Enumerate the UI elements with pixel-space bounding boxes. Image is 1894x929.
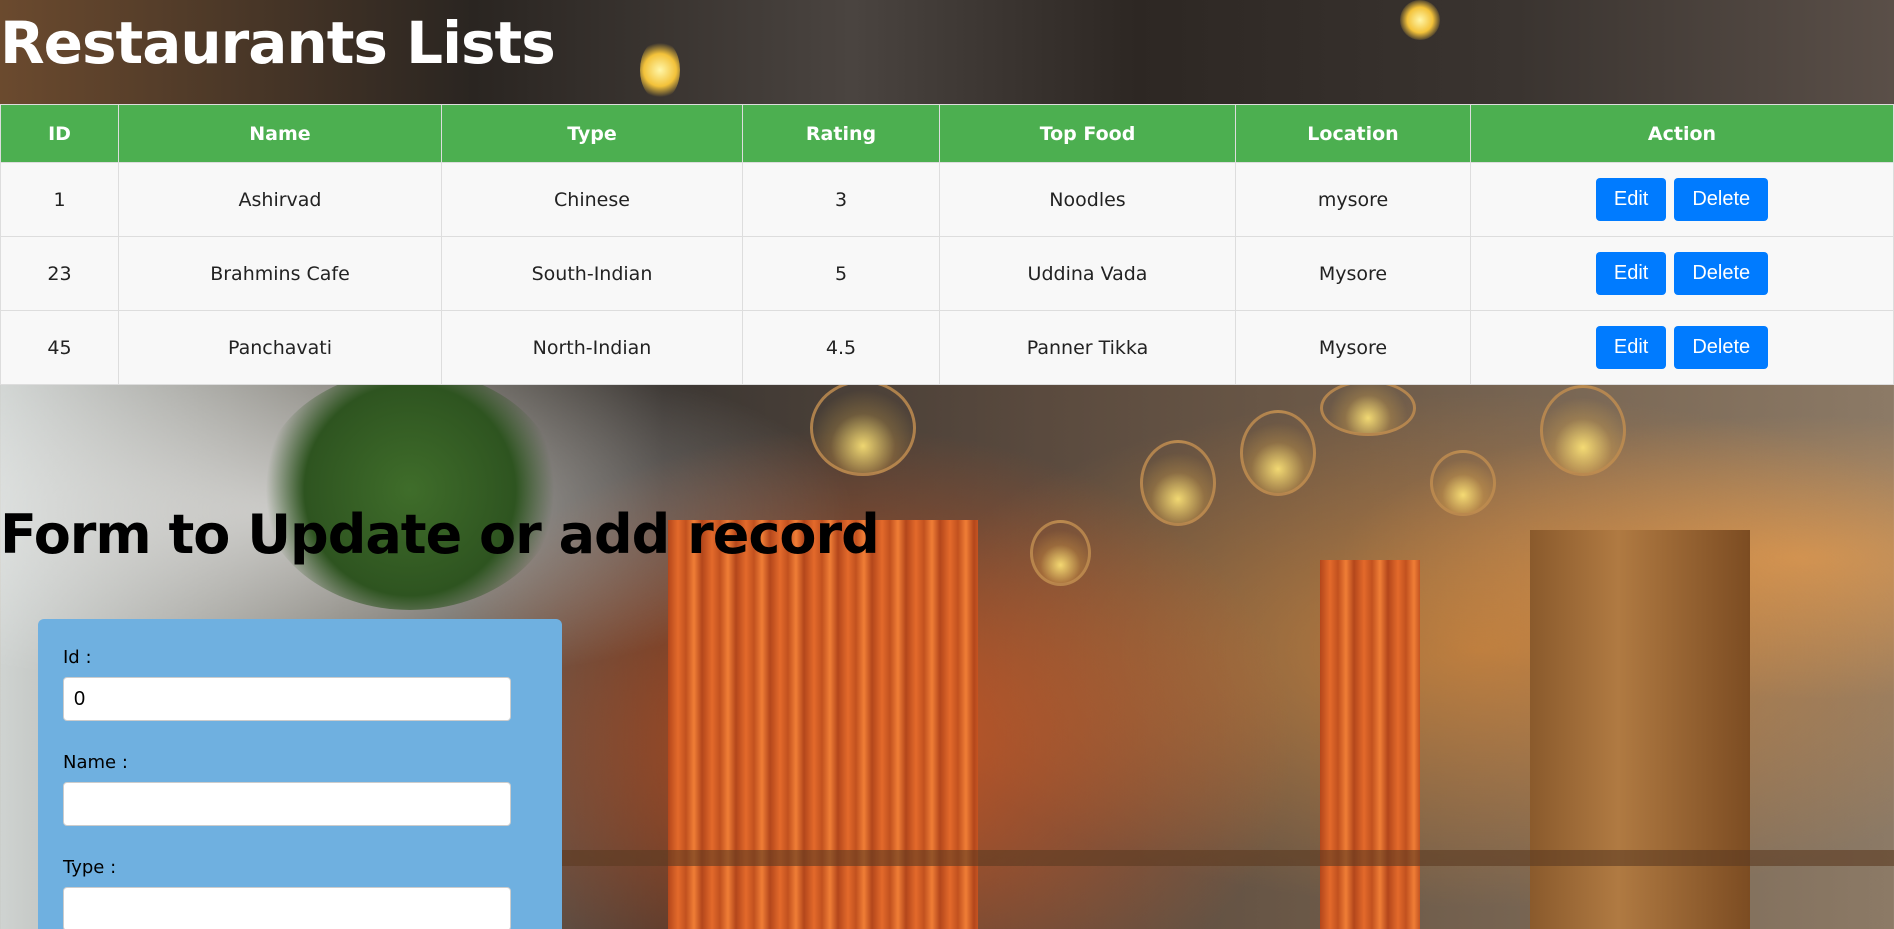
cell-rating: 5 <box>742 236 940 311</box>
cell-action: Edit Delete <box>1470 310 1894 385</box>
id-field[interactable] <box>63 677 511 721</box>
column-header-type: Type <box>441 104 743 163</box>
edit-button[interactable]: Edit <box>1595 326 1667 369</box>
column-header-name: Name <box>118 104 442 163</box>
page-title: Restaurants Lists <box>0 9 556 77</box>
cell-action: Edit Delete <box>1470 236 1894 311</box>
cell-top-food: Uddina Vada <box>939 236 1236 311</box>
lamp-decor <box>810 380 916 476</box>
column-header-id: ID <box>0 104 119 163</box>
id-field-label: Id : <box>63 647 92 668</box>
cell-location: mysore <box>1235 162 1471 237</box>
name-field-label: Name : <box>63 752 128 773</box>
lamp-decor <box>1540 385 1626 476</box>
cell-top-food: Noodles <box>939 162 1236 237</box>
cell-id: 1 <box>0 162 119 237</box>
table-decor <box>560 850 1894 866</box>
curtain-decor <box>668 520 978 929</box>
cell-id: 23 <box>0 236 119 311</box>
cell-name: Ashirvad <box>118 162 442 237</box>
name-field[interactable] <box>63 782 511 826</box>
column-header-top-food: Top Food <box>939 104 1236 163</box>
cell-action: Edit Delete <box>1470 162 1894 237</box>
cell-type: Chinese <box>441 162 743 237</box>
table-row: 45 Panchavati North-Indian 4.5 Panner Ti… <box>0 310 1894 385</box>
lamp-decor <box>1320 380 1416 436</box>
delete-button[interactable]: Delete <box>1674 178 1769 221</box>
cell-name: Panchavati <box>118 310 442 385</box>
cell-location: Mysore <box>1235 310 1471 385</box>
cell-rating: 4.5 <box>742 310 940 385</box>
form-title: Form to Update or add record <box>0 503 880 566</box>
plant-decor <box>260 370 560 610</box>
lamp-decor <box>1030 520 1091 586</box>
lamp-decor <box>1430 450 1496 516</box>
bulb-decor <box>640 40 680 100</box>
edit-button[interactable]: Edit <box>1595 252 1667 295</box>
cell-rating: 3 <box>742 162 940 237</box>
delete-button[interactable]: Delete <box>1674 252 1769 295</box>
cell-name: Brahmins Cafe <box>118 236 442 311</box>
table-row: 1 Ashirvad Chinese 3 Noodles mysore Edit… <box>0 162 1894 237</box>
table-row: 23 Brahmins Cafe South-Indian 5 Uddina V… <box>0 236 1894 311</box>
column-header-action: Action <box>1470 104 1894 163</box>
column-header-rating: Rating <box>742 104 940 163</box>
cell-type: South-Indian <box>441 236 743 311</box>
type-field[interactable] <box>63 887 511 929</box>
type-field-label: Type : <box>63 857 117 878</box>
restaurants-table: ID Name Type Rating Top Food Location Ac… <box>0 104 1894 385</box>
cell-location: Mysore <box>1235 236 1471 311</box>
record-form: Id : Name : Type : <box>38 619 562 929</box>
column-header-location: Location <box>1235 104 1471 163</box>
delete-button[interactable]: Delete <box>1674 326 1769 369</box>
bulb-decor <box>1400 0 1440 40</box>
edit-button[interactable]: Edit <box>1595 178 1667 221</box>
cell-type: North-Indian <box>441 310 743 385</box>
cell-id: 45 <box>0 310 119 385</box>
curtain-decor <box>1320 560 1420 929</box>
wood-panel-decor <box>1530 530 1750 929</box>
lamp-decor <box>1240 410 1316 496</box>
lamp-decor <box>1140 440 1216 526</box>
table-header-row: ID Name Type Rating Top Food Location Ac… <box>0 104 1894 163</box>
cell-top-food: Panner Tikka <box>939 310 1236 385</box>
